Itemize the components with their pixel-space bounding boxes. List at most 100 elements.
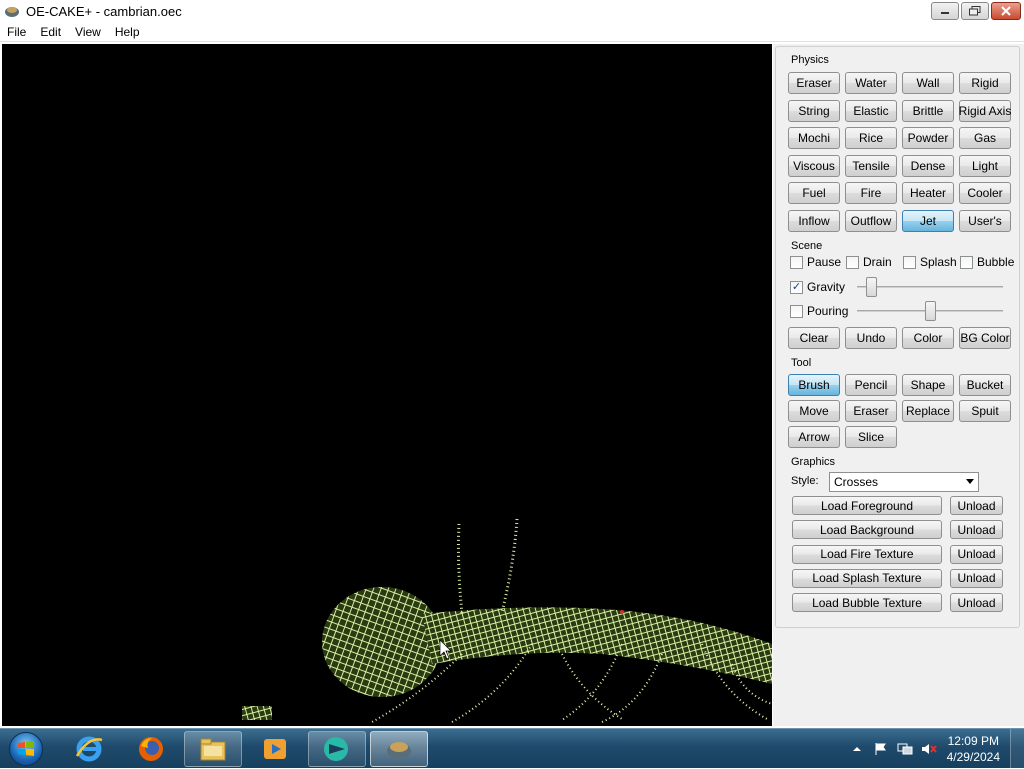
bg-color-button[interactable]: BG Color — [959, 327, 1011, 349]
pouring-slider[interactable] — [857, 301, 1003, 321]
unload-splash-texture-button[interactable]: Unload — [950, 568, 1003, 588]
physics-rigid-axis-button[interactable]: Rigid Axis — [959, 99, 1011, 122]
physics-fire-button[interactable]: Fire — [845, 182, 897, 205]
menu-help[interactable]: Help — [108, 22, 147, 42]
tool-shape-button[interactable]: Shape — [902, 374, 954, 396]
physics-heater-button[interactable]: Heater — [902, 182, 954, 205]
pause-box — [790, 255, 803, 269]
network-icon[interactable] — [897, 741, 913, 757]
gravity-checkbox[interactable]: ✓ Gravity — [790, 280, 845, 294]
pouring-checkbox[interactable]: Pouring — [790, 304, 848, 318]
control-panel: Physics Eraser Water Wall Rigid String Elasti… — [773, 44, 1024, 726]
volume-muted-icon[interactable] — [921, 741, 937, 757]
creature-drawing — [242, 518, 772, 723]
system-tray: 12:09 PM 4/29/2024 — [845, 729, 1024, 769]
physics-viscous-button[interactable]: Viscous — [788, 154, 840, 177]
menu-edit[interactable]: Edit — [33, 22, 68, 42]
physics-powder-button[interactable]: Powder — [902, 127, 954, 150]
taskbar: 12:09 PM 4/29/2024 — [0, 728, 1024, 769]
splash-box — [903, 255, 916, 269]
title-bar: OE-CAKE+ - cambrian.oec — [0, 0, 1024, 22]
pouring-slider-thumb[interactable] — [925, 301, 936, 321]
bubble-checkbox[interactable]: Bubble — [960, 255, 1014, 269]
physics-inflow-button[interactable]: Inflow — [788, 210, 840, 232]
gravity-slider-track — [857, 286, 1003, 288]
unload-fire-texture-button[interactable]: Unload — [950, 544, 1003, 564]
undo-button[interactable]: Undo — [845, 327, 897, 349]
physics-tensile-button[interactable]: Tensile — [845, 154, 897, 177]
action-center-icon[interactable] — [873, 741, 889, 757]
taskbar-firefox[interactable] — [122, 731, 180, 767]
menu-bar: File Edit View Help — [0, 22, 1024, 42]
start-button[interactable] — [4, 730, 48, 768]
physics-jet-button[interactable]: Jet — [902, 210, 954, 232]
tool-spuit-button[interactable]: Spuit — [959, 400, 1011, 422]
tool-replace-button[interactable]: Replace — [902, 400, 954, 422]
tool-bucket-button[interactable]: Bucket — [959, 374, 1011, 396]
menu-file[interactable]: File — [0, 22, 33, 42]
physics-user-s-button[interactable]: User's — [959, 210, 1011, 232]
show-hidden-icons-button[interactable] — [849, 741, 865, 757]
unload-bubble-texture-button[interactable]: Unload — [950, 593, 1003, 613]
physics-light-button[interactable]: Light — [959, 154, 1011, 177]
load-bubble-texture-button[interactable]: Load Bubble Texture — [792, 593, 942, 613]
graphics-label: Graphics — [791, 456, 836, 468]
restore-button[interactable] — [961, 2, 989, 20]
window-title: OE-CAKE+ - cambrian.oec — [26, 3, 182, 19]
clock-date: 4/29/2024 — [946, 750, 1000, 764]
file-explorer-icon — [200, 738, 226, 761]
drain-checkbox[interactable]: Drain — [846, 255, 892, 269]
physics-fuel-button[interactable]: Fuel — [788, 182, 840, 205]
minimize-button[interactable] — [931, 2, 959, 20]
physics-dense-button[interactable]: Dense — [902, 154, 954, 177]
load-background-button[interactable]: Load Background — [792, 520, 942, 540]
gravity-slider[interactable] — [857, 277, 1003, 297]
physics-rice-button[interactable]: Rice — [845, 127, 897, 150]
physics-string-button[interactable]: String — [788, 99, 840, 122]
pause-checkbox[interactable]: Pause — [790, 255, 841, 269]
menu-view[interactable]: View — [68, 22, 108, 42]
tool-eraser-button[interactable]: Eraser — [845, 400, 897, 422]
style-select[interactable]: Crosses — [829, 472, 979, 492]
taskbar-oe-cake-app[interactable] — [308, 731, 366, 767]
physics-water-button[interactable]: Water — [845, 72, 897, 94]
firefox-icon — [139, 737, 163, 761]
load-splash-texture-button[interactable]: Load Splash Texture — [792, 568, 942, 588]
physics-cooler-button[interactable]: Cooler — [959, 182, 1011, 205]
physics-gas-button[interactable]: Gas — [959, 127, 1011, 150]
splash-checkbox[interactable]: Splash — [903, 255, 957, 269]
simulation-canvas[interactable] — [2, 44, 772, 726]
show-desktop-button[interactable] — [1010, 729, 1024, 769]
close-button[interactable] — [991, 2, 1021, 20]
tool-pencil-button[interactable]: Pencil — [845, 374, 897, 396]
physics-outflow-button[interactable]: Outflow — [845, 210, 897, 232]
taskbar-media-player[interactable] — [246, 731, 304, 767]
physics-rigid-button[interactable]: Rigid — [959, 72, 1011, 94]
taskbar-internet-explorer[interactable] — [60, 731, 118, 767]
minimize-icon — [941, 12, 949, 14]
clock[interactable]: 12:09 PM 4/29/2024 — [947, 733, 1000, 765]
clock-time: 12:09 PM — [947, 734, 999, 748]
load-foreground-button[interactable]: Load Foreground — [792, 496, 942, 515]
unload-background-button[interactable]: Unload — [950, 520, 1003, 540]
physics-eraser-button[interactable]: Eraser — [788, 72, 840, 94]
tool-move-button[interactable]: Move — [788, 400, 840, 422]
tool-slice-button[interactable]: Slice — [845, 426, 897, 448]
drain-box — [846, 255, 859, 269]
oe-cake-app-icon — [324, 737, 348, 761]
physics-elastic-button[interactable]: Elastic — [845, 99, 897, 122]
physics-label: Physics — [791, 54, 829, 66]
taskbar-oe-cake-window[interactable] — [370, 731, 428, 767]
physics-mochi-button[interactable]: Mochi — [788, 127, 840, 150]
physics-brittle-button[interactable]: Brittle — [902, 99, 954, 122]
tool-brush-button[interactable]: Brush — [788, 374, 840, 396]
unload-foreground-button[interactable]: Unload — [950, 496, 1003, 515]
gravity-slider-thumb[interactable] — [866, 277, 877, 297]
taskbar-file-explorer[interactable] — [184, 731, 242, 767]
tool-arrow-button[interactable]: Arrow — [788, 426, 840, 448]
color-button[interactable]: Color — [902, 327, 954, 349]
load-fire-texture-button[interactable]: Load Fire Texture — [792, 544, 942, 564]
clear-button[interactable]: Clear — [788, 327, 840, 349]
physics-wall-button[interactable]: Wall — [902, 72, 954, 94]
scene-label: Scene — [791, 240, 823, 252]
